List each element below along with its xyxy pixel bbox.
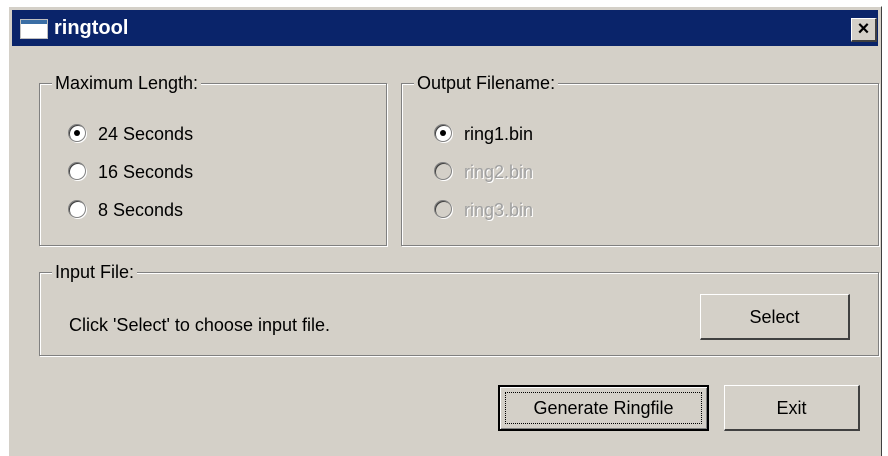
generate-ringfile-label: Generate Ringfile: [533, 398, 674, 418]
output-filename-legend: Output Filename:: [414, 71, 559, 95]
select-button[interactable]: Select: [700, 294, 850, 340]
input-file-group: Input File: Click 'Select' to choose inp…: [39, 260, 879, 356]
radio-button-disabled: [434, 200, 452, 218]
radio-16-seconds[interactable]: 16 Seconds: [68, 160, 268, 184]
radio-label: 8 Seconds: [98, 200, 184, 220]
radio-button[interactable]: [68, 200, 86, 218]
radio-label: 16 Seconds: [98, 162, 194, 182]
radio-ring2-bin: ring2.bin: [434, 160, 634, 184]
exit-button[interactable]: Exit: [724, 385, 860, 431]
app-window-icon: [20, 19, 48, 39]
radio-button[interactable]: [68, 162, 86, 180]
radio-label: ring1.bin: [464, 124, 534, 144]
radio-ring3-bin: ring3.bin: [434, 198, 634, 222]
ringtool-window: ringtool × Maximum Length: 24 Seconds 16…: [8, 6, 882, 456]
select-button-label: Select: [749, 306, 800, 327]
generate-ringfile-button[interactable]: Generate Ringfile: [498, 385, 709, 431]
radio-button[interactable]: [434, 124, 452, 142]
input-file-status: Click 'Select' to choose input file.: [69, 315, 330, 335]
input-file-legend: Input File:: [52, 260, 138, 284]
close-icon: ×: [857, 18, 870, 40]
radio-label: 24 Seconds: [98, 124, 194, 144]
radio-selected-dot: [74, 130, 80, 136]
radio-label: ring3.bin: [464, 200, 534, 220]
radio-label: ring2.bin: [464, 162, 534, 182]
max-length-group: Maximum Length: 24 Seconds 16 Seconds 8 …: [39, 71, 387, 246]
max-length-legend: Maximum Length:: [52, 71, 202, 95]
radio-selected-dot: [440, 130, 446, 136]
exit-button-label: Exit: [776, 397, 807, 418]
output-filename-group: Output Filename: ring1.bin ring2.bin rin…: [401, 71, 879, 246]
radio-button-disabled: [434, 162, 452, 180]
radio-ring1-bin[interactable]: ring1.bin: [434, 122, 634, 146]
radio-8-seconds[interactable]: 8 Seconds: [68, 198, 268, 222]
title-bar[interactable]: ringtool ×: [12, 10, 878, 46]
radio-24-seconds[interactable]: 24 Seconds: [68, 122, 268, 146]
radio-button[interactable]: [68, 124, 86, 142]
close-button[interactable]: ×: [851, 18, 877, 42]
window-title: ringtool: [54, 17, 129, 39]
